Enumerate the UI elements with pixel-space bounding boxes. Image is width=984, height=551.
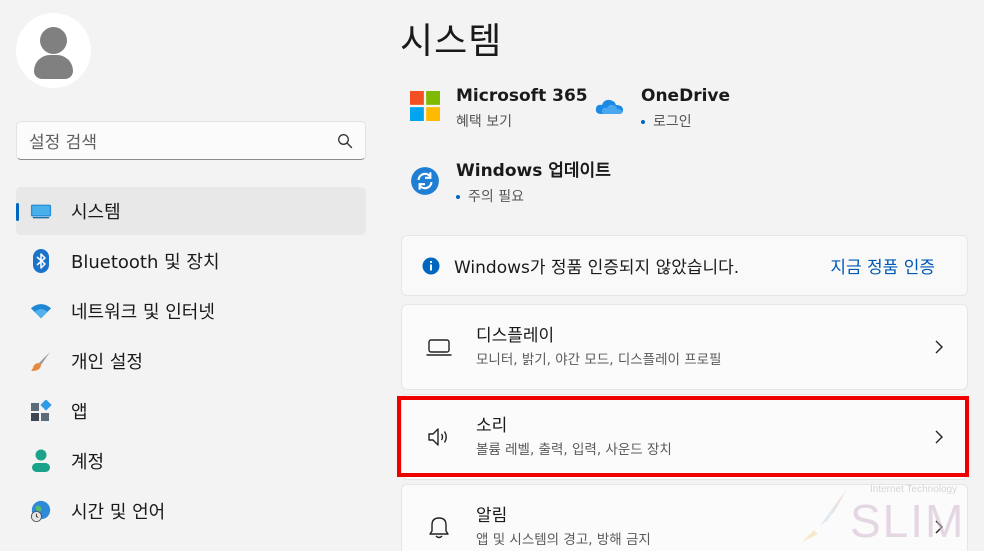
sidebar-nav: 시스템 Bluetooth 및 장치 네트워크 및 인터넷 개인 설정 앱 계정… — [16, 187, 366, 537]
notice-text: Windows가 정품 인증되지 않았습니다. — [454, 258, 740, 278]
activation-notice: Windows가 정품 인증되지 않았습니다. 지금 정품 인증 — [401, 235, 968, 296]
apps-icon — [30, 400, 52, 422]
status-dot — [456, 195, 460, 199]
quick-link-microsoft365[interactable]: Microsoft 365 혜택 보기 — [410, 85, 588, 133]
bell-icon — [429, 517, 449, 539]
activate-now-link[interactable]: 지금 정품 인증 — [830, 253, 935, 278]
quick-link-windows-update[interactable]: Windows 업데이트 주의 필요 — [410, 160, 611, 208]
paintbrush-icon — [30, 350, 52, 372]
sidebar-item-label: 앱 — [71, 402, 88, 423]
quick-link-subtitle: 주의 필요 — [468, 189, 524, 205]
card-sound[interactable]: 소리 볼륨 레벨, 출력, 입력, 사운드 장치 — [401, 394, 968, 480]
bluetooth-icon — [30, 249, 52, 273]
card-title: 소리 — [476, 416, 508, 436]
sidebar-item-accounts[interactable]: 계정 — [16, 437, 366, 485]
quick-link-title: Windows 업데이트 — [456, 161, 611, 181]
rocket-logo-icon — [802, 488, 848, 542]
user-avatar[interactable] — [16, 13, 91, 88]
speaker-icon — [428, 428, 447, 446]
sidebar-item-label: 시스템 — [71, 202, 121, 223]
sidebar-item-network[interactable]: 네트워크 및 인터넷 — [16, 287, 366, 335]
sidebar-item-bluetooth[interactable]: Bluetooth 및 장치 — [16, 237, 366, 285]
microsoft-logo-icon — [410, 91, 440, 121]
sidebar: 설정 검색 시스템 Bluetooth 및 장치 네트워크 및 인터넷 개인 설… — [0, 0, 384, 551]
chevron-right-icon — [935, 430, 943, 444]
sidebar-item-label: 계정 — [71, 452, 105, 473]
person-icon — [30, 449, 52, 472]
globe-clock-icon — [30, 500, 52, 522]
watermark-brand: SLIM — [850, 495, 966, 547]
sidebar-item-label: 개인 설정 — [71, 352, 143, 373]
watermark: Internet Technology SLIM — [798, 478, 978, 548]
quick-link-title: Microsoft 365 — [456, 86, 588, 106]
sidebar-item-label: Bluetooth 및 장치 — [71, 252, 220, 273]
quick-link-subtitle: 로그인 — [653, 114, 692, 130]
settings-search-box[interactable]: 설정 검색 — [16, 121, 366, 160]
onedrive-cloud-icon — [595, 99, 623, 114]
card-display[interactable]: 디스플레이 모니터, 밝기, 야간 모드, 디스플레이 프로필 — [401, 304, 968, 390]
monitor-icon — [30, 200, 52, 222]
quick-link-title: OneDrive — [641, 86, 731, 106]
card-title: 디스플레이 — [476, 326, 555, 346]
chevron-right-icon — [935, 340, 943, 354]
sidebar-item-system[interactable]: 시스템 — [16, 187, 366, 235]
status-dot — [641, 120, 645, 124]
main-content: 시스템 Microsoft 365 혜택 보기 OneDrive 로그인 Win… — [400, 0, 984, 551]
card-subtitle: 모니터, 밝기, 야간 모드, 디스플레이 프로필 — [476, 352, 722, 368]
search-icon[interactable] — [337, 133, 353, 149]
quick-link-onedrive[interactable]: OneDrive 로그인 — [595, 85, 730, 133]
windows-update-icon — [411, 167, 439, 195]
display-icon — [426, 339, 452, 356]
sidebar-item-label: 네트워크 및 인터넷 — [71, 302, 215, 323]
info-icon — [422, 257, 440, 274]
wifi-icon — [30, 300, 52, 322]
sidebar-item-time-language[interactable]: 시간 및 언어 — [16, 487, 366, 535]
page-title: 시스템 — [400, 21, 503, 62]
search-input[interactable]: 설정 검색 — [29, 128, 337, 153]
sidebar-item-personalization[interactable]: 개인 설정 — [16, 337, 366, 385]
card-subtitle: 볼륨 레벨, 출력, 입력, 사운드 장치 — [476, 442, 672, 458]
sidebar-item-label: 시간 및 언어 — [71, 502, 166, 523]
quick-link-subtitle: 혜택 보기 — [456, 114, 512, 130]
sidebar-item-apps[interactable]: 앱 — [16, 387, 366, 435]
